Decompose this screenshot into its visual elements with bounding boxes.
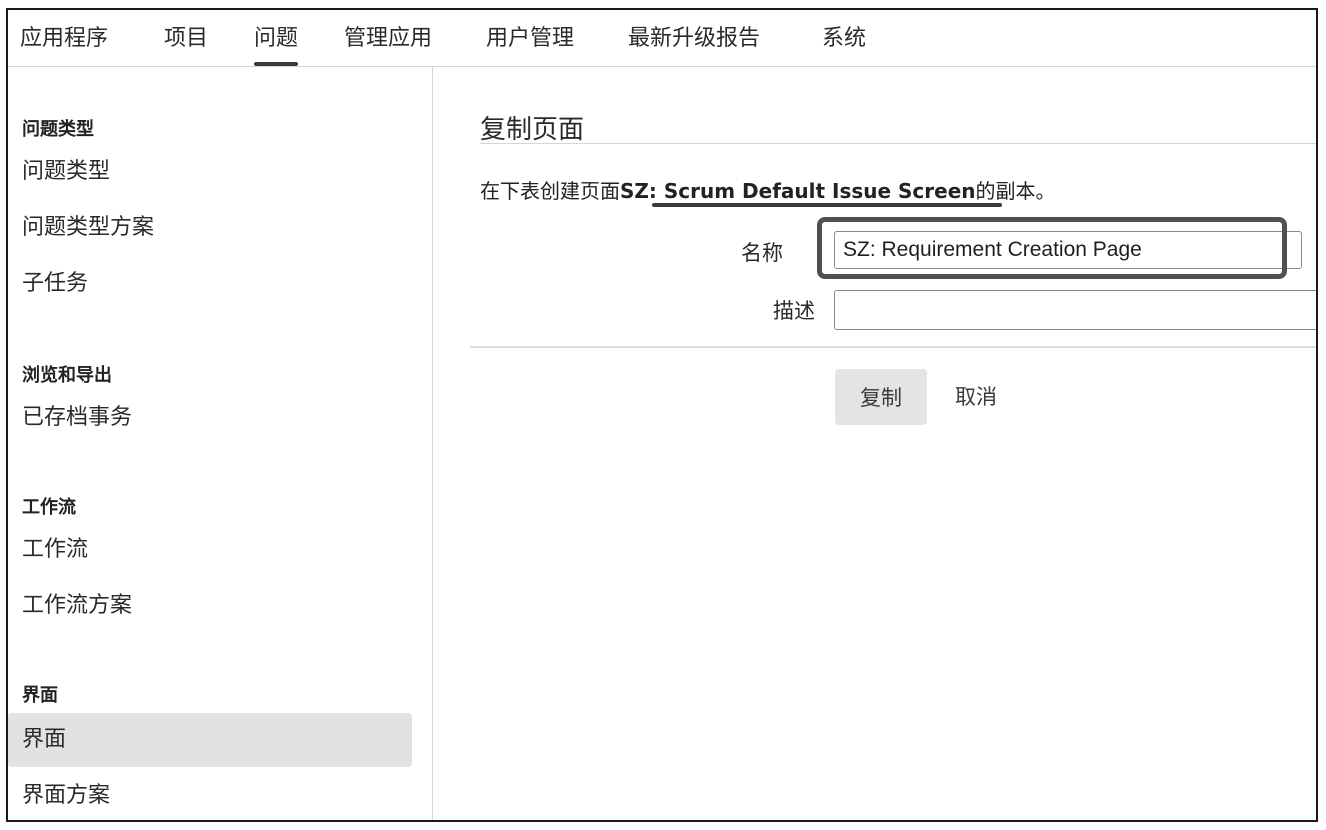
description-field[interactable] [834,290,1316,330]
sidebar-item-subtasks[interactable]: 子任务 [8,257,412,311]
name-field[interactable] [834,231,1302,269]
sidebar-item-workflows[interactable]: 工作流 [8,523,412,577]
tab-latest-upgrade-report[interactable]: 最新升级报告 [628,20,760,52]
screen-name-underline [652,203,1002,207]
sidebar-heading-screens: 界面 [22,685,58,706]
title-divider [480,143,1316,144]
source-screen-name: SZ: Scrum Default Issue Screen [620,179,976,203]
sidebar-item-workflow-schemes[interactable]: 工作流方案 [8,579,412,633]
app-frame: 应用程序 项目 问题 管理应用 用户管理 最新升级报告 系统 问题类型 问题类型… [6,8,1318,822]
sidebar-item-issue-type-schemes[interactable]: 问题类型方案 [8,201,412,255]
copy-button[interactable]: 复制 [835,369,927,425]
form-divider [470,346,1316,348]
name-label: 名称 [741,241,783,265]
tab-manage-apps[interactable]: 管理应用 [344,20,432,52]
sidebar-item-issue-types[interactable]: 问题类型 [8,145,412,199]
sidebar-heading-issue-types: 问题类型 [22,119,94,140]
tab-system[interactable]: 系统 [822,20,866,52]
top-navigation: 应用程序 项目 问题 管理应用 用户管理 最新升级报告 系统 [8,10,1316,67]
sidebar-item-screens[interactable]: 界面 [8,713,412,767]
description-label: 描述 [773,299,815,323]
tab-issues[interactable]: 问题 [254,20,299,66]
description-prefix: 在下表创建页面 [480,179,620,203]
tab-user-management[interactable]: 用户管理 [486,20,574,52]
sidebar-heading-browse-export: 浏览和导出 [22,365,112,386]
description-suffix: 的副本。 [975,179,1056,203]
sidebar-item-screen-schemes[interactable]: 界面方案 [8,769,412,820]
main-content: 复制页面 在下表创建页面SZ: Scrum Default Issue Scre… [433,67,1316,820]
cancel-button[interactable]: 取消 [949,369,1003,425]
tab-applications[interactable]: 应用程序 [20,20,108,52]
tab-projects[interactable]: 项目 [164,20,208,52]
sidebar: 问题类型 问题类型 问题类型方案 子任务 浏览和导出 已存档事务 工作流 工作流… [8,67,433,820]
page-title: 复制页面 [480,115,585,145]
sidebar-heading-workflows: 工作流 [22,497,76,518]
copy-description: 在下表创建页面SZ: Scrum Default Issue Screen的副本… [480,175,1056,204]
sidebar-item-archived-issues[interactable]: 已存档事务 [8,391,412,445]
